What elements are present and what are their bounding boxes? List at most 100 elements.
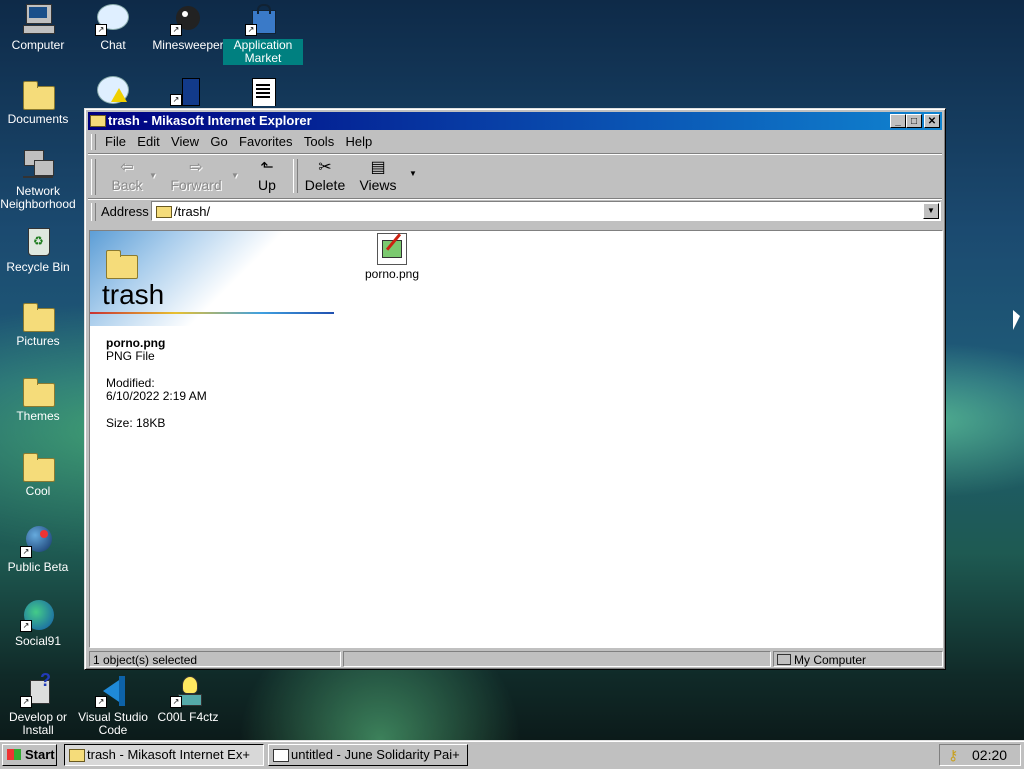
delete-button[interactable]: ✂ Delete xyxy=(301,159,349,193)
close-button[interactable]: ✕ xyxy=(924,114,940,128)
desktop-icon-label: Network Neighborhood xyxy=(0,184,76,211)
toolbar-divider xyxy=(293,159,298,193)
folder-title: trash xyxy=(102,279,165,310)
start-button[interactable]: Start xyxy=(2,744,57,766)
mine-icon: ↗ xyxy=(170,4,206,36)
lightbulb-icon: ↗ xyxy=(170,676,206,708)
desktop-icon-recycle-bin[interactable]: ♻ Recycle Bin xyxy=(0,226,78,274)
desktop-icon-label: Chat xyxy=(100,38,126,52)
desktop-icon-computer[interactable]: Computer xyxy=(0,4,78,52)
desktop-icon-label: Computer xyxy=(11,38,65,52)
menu-go[interactable]: Go xyxy=(210,134,227,149)
desktop-icon-network-neighborhood[interactable]: Network Neighborhood xyxy=(0,150,78,211)
file-item[interactable]: porno.png xyxy=(352,233,432,281)
menu-help[interactable]: Help xyxy=(346,134,373,149)
shopping-bag-icon: ↗ xyxy=(245,4,281,36)
desktop-icon-label: Pictures xyxy=(16,334,60,348)
shortcut-arrow-icon: ↗ xyxy=(20,620,32,632)
globe-icon: ↗ xyxy=(20,526,56,558)
desktop-icon-chat[interactable]: ↗ Chat xyxy=(73,4,153,52)
desktop-icon-label: Documents xyxy=(7,112,69,126)
desktop-icon-label: Social91 xyxy=(14,634,62,648)
views-button[interactable]: ▤ Views xyxy=(353,159,403,193)
maximize-button[interactable]: □ xyxy=(906,114,922,128)
start-label: Start xyxy=(25,747,55,762)
recycle-bin-icon: ♻ xyxy=(20,226,56,258)
menu-view[interactable]: View xyxy=(171,134,199,149)
zone-label: My Computer xyxy=(794,653,867,667)
task-label: untitled - June Solidarity Pai+ xyxy=(291,747,460,762)
back-arrow-icon: ⇦ xyxy=(120,159,134,176)
shortcut-arrow-icon: ↗ xyxy=(95,696,107,708)
folder-icon xyxy=(69,749,85,762)
delete-label: Delete xyxy=(304,177,346,193)
shortcut-arrow-icon: ↗ xyxy=(20,546,32,558)
desktop-icon-public-beta[interactable]: ↗ Public Beta xyxy=(0,526,78,574)
globe-icon: ↗ xyxy=(20,600,56,632)
desktop-icon-label: Application Market xyxy=(223,39,303,65)
up-button[interactable]: ⬑ Up xyxy=(251,159,283,193)
desktop-icon-c00l-f4ctz[interactable]: ↗ C00L F4ctz xyxy=(148,676,228,724)
window-title: trash - Mikasoft Internet Explorer xyxy=(108,113,312,128)
desktop-icon-label: Visual Studio Code xyxy=(78,710,148,737)
key-icon[interactable]: ⚷ xyxy=(948,745,958,765)
desktop-icon-application-market[interactable]: ↗ Application Market xyxy=(223,4,303,65)
forward-button[interactable]: ⇨ Forward xyxy=(163,159,229,193)
title-underline xyxy=(90,312,334,314)
scissors-icon: ✂ xyxy=(318,159,332,176)
status-selection: 1 object(s) selected xyxy=(89,651,341,667)
folder-view[interactable]: trash porno.png PNG File Modified: 6/10/… xyxy=(89,230,943,648)
menu-favorites[interactable]: Favorites xyxy=(239,134,292,149)
address-value: /trash/ xyxy=(174,204,211,219)
address-dropdown-button[interactable]: ▼ xyxy=(923,203,939,219)
desktop-icon-pictures[interactable]: Pictures xyxy=(0,300,78,348)
desktop-icon-covered-warning[interactable] xyxy=(73,76,153,106)
computer-icon xyxy=(777,654,791,665)
address-input[interactable]: /trash/ ▼ xyxy=(151,201,941,221)
folder-icon xyxy=(20,78,56,110)
desktop-icon-develop-or-install[interactable]: ? ↗ Develop or Install xyxy=(0,671,78,737)
status-bar: 1 object(s) selected My Computer xyxy=(89,651,943,667)
clock[interactable]: 02:20 xyxy=(972,745,1007,765)
desktop-icon-label: C00L F4ctz xyxy=(157,710,219,724)
menu-edit[interactable]: Edit xyxy=(137,134,159,149)
menu-file[interactable]: File xyxy=(105,134,126,149)
forward-dropdown[interactable]: ▼ xyxy=(231,171,239,180)
back-button[interactable]: ⇦ Back xyxy=(107,159,147,193)
forward-label: Forward xyxy=(170,177,222,193)
menu-tools[interactable]: Tools xyxy=(304,134,334,149)
up-label: Up xyxy=(258,177,276,193)
task-button-explorer[interactable]: trash - Mikasoft Internet Ex+ xyxy=(64,744,264,766)
desktop-icon-themes[interactable]: Themes xyxy=(0,375,78,423)
desktop-icon-cool[interactable]: Cool xyxy=(0,450,78,498)
task-button-paint[interactable]: untitled - June Solidarity Pai+ xyxy=(268,744,468,766)
folder-icon xyxy=(20,450,56,482)
menu-bar: File Edit View Go Favorites Tools Help xyxy=(105,132,941,152)
status-middle xyxy=(343,651,771,667)
explorer-window[interactable]: trash - Mikasoft Internet Explorer _ □ ✕… xyxy=(84,108,946,670)
views-icon: ▤ xyxy=(370,159,386,176)
title-bar[interactable]: trash - Mikasoft Internet Explorer _ □ ✕ xyxy=(88,112,942,130)
folder-icon xyxy=(20,300,56,332)
web-view-pane: trash porno.png PNG File Modified: 6/10/… xyxy=(90,231,350,647)
desktop-icon-covered-app[interactable]: ↗ xyxy=(148,76,228,106)
toolbar: ⇦ Back ▼ ⇨ Forward ▼ ⬑ Up ✂ Delete ▤ Vie… xyxy=(91,155,941,199)
minimize-button[interactable]: _ xyxy=(890,114,906,128)
views-dropdown[interactable]: ▼ xyxy=(409,169,417,178)
back-dropdown[interactable]: ▼ xyxy=(149,171,157,180)
desktop-icon-label: Public Beta xyxy=(7,560,69,574)
desktop-icon-documents[interactable]: Documents xyxy=(0,78,78,126)
shortcut-arrow-icon: ↗ xyxy=(20,696,32,708)
file-name: porno.png xyxy=(364,267,420,281)
computer-icon xyxy=(20,4,56,36)
folder-up-icon: ⬑ xyxy=(260,159,274,176)
desktop-icon-visual-studio-code[interactable]: ↗ Visual Studio Code xyxy=(73,676,153,737)
chat-bubble-icon: ↗ xyxy=(95,4,131,36)
desktop-icon-covered-document[interactable] xyxy=(223,76,303,106)
desktop-icon-social91[interactable]: ↗ Social91 xyxy=(0,600,78,648)
desktop-icon-minesweeper[interactable]: ↗ Minesweeper xyxy=(148,4,228,52)
vscode-icon: ↗ xyxy=(95,676,131,708)
shortcut-arrow-icon: ↗ xyxy=(245,24,257,36)
paint-icon xyxy=(273,749,289,762)
menubar-grip[interactable] xyxy=(91,134,96,150)
